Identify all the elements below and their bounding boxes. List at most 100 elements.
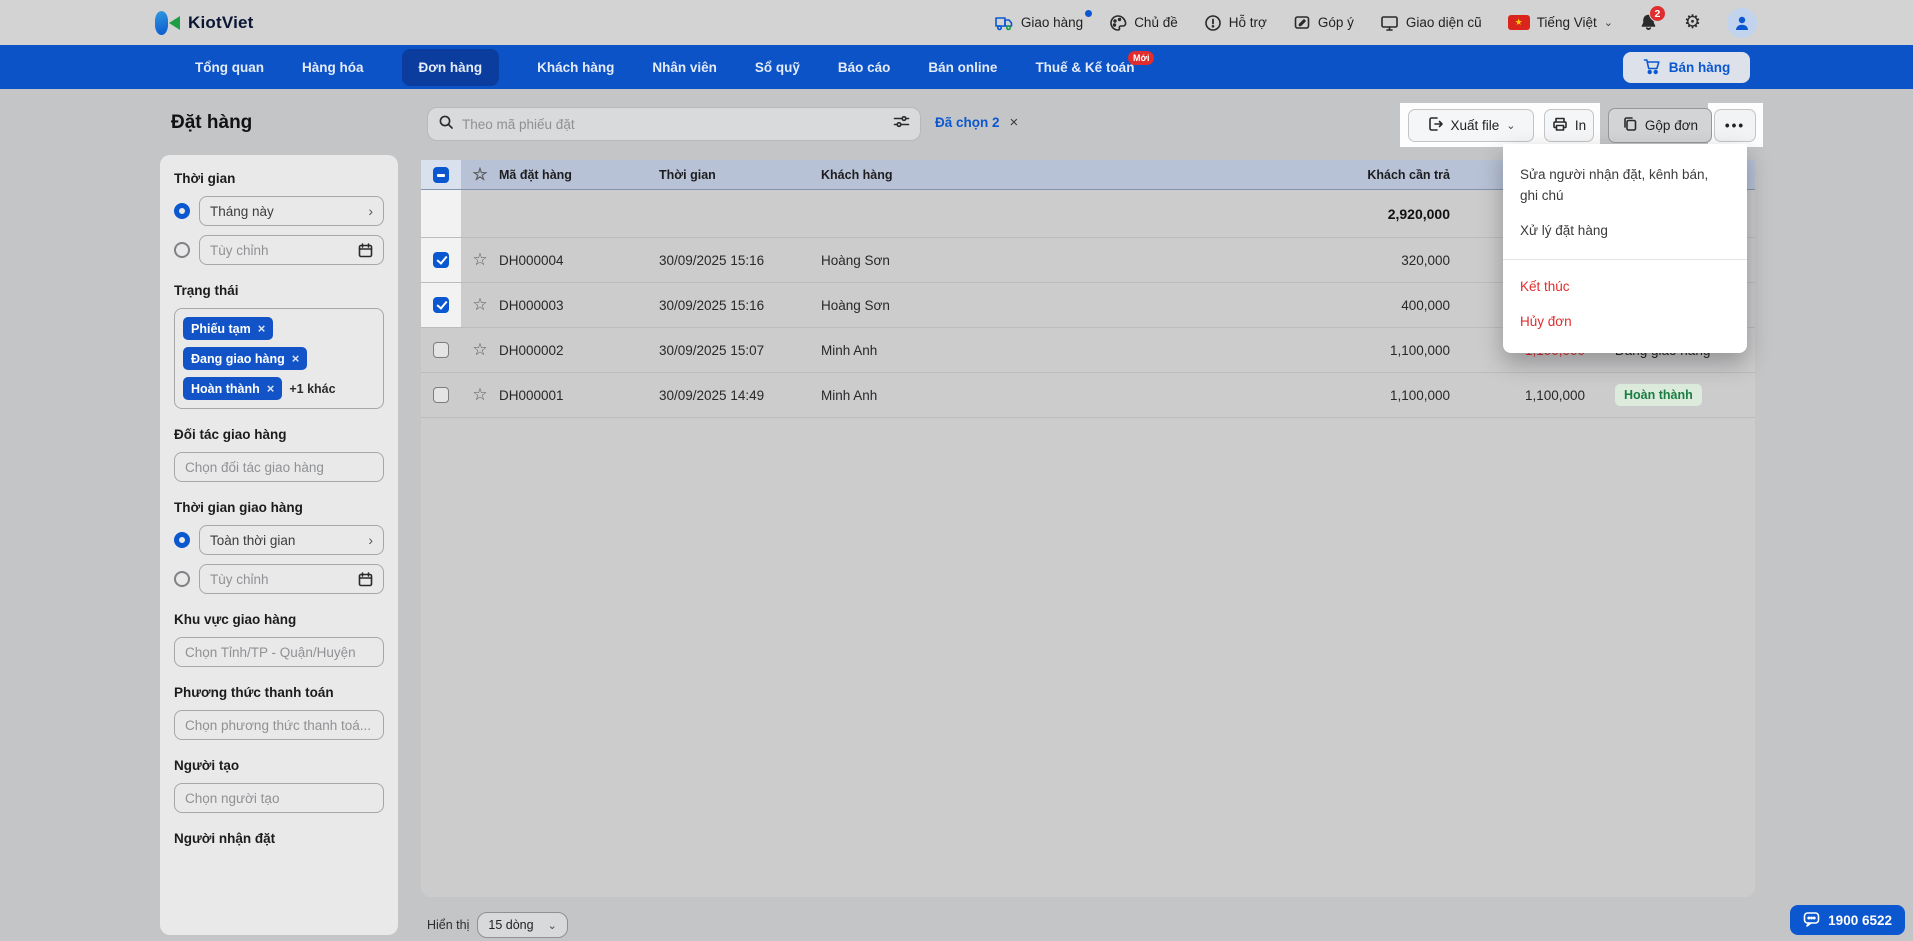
filter-delivery-area: Khu vực giao hàng Chọn Tỉnh/TP - Quận/Hu… [174, 612, 384, 667]
user-avatar[interactable] [1727, 7, 1757, 38]
sell-button[interactable]: Bán hàng [1623, 52, 1750, 83]
filter-sidebar: Thời gian Tháng này › Tùy chỉnh Trạng thá… [160, 155, 398, 935]
filter-delivery-time: Thời gian giao hàng Toàn thời gian › Tùy … [174, 500, 384, 594]
order-code[interactable]: DH000002 [499, 343, 659, 358]
hotline-button[interactable]: 1900 6522 [1790, 905, 1905, 935]
payment-method-select[interactable]: Chọn phương thức thanh toá... [174, 710, 384, 740]
menu-divider [1503, 258, 1747, 260]
search-icon [438, 114, 454, 135]
delivery-label: Giao hàng [1020, 15, 1084, 30]
nav-tong-quan[interactable]: Tổng quan [195, 60, 264, 75]
person-icon [1736, 16, 1748, 30]
show-label: Hiển thị [427, 918, 470, 932]
status-tag-select[interactable]: Phiếu tạm × Đang giao hàng × Hoàn thành × +… [174, 308, 384, 409]
col-header-code[interactable]: Mã đặt hàng [499, 168, 659, 182]
star-icon[interactable]: ☆ [461, 283, 499, 327]
row-checkbox[interactable] [433, 387, 449, 403]
nav-khach-hang[interactable]: Khách hàng [537, 60, 614, 75]
feedback-menu[interactable]: Góp ý [1293, 14, 1354, 32]
time-custom-value: Tùy chỉnh [210, 242, 269, 258]
status-tag-hoan-thanh[interactable]: Hoàn thành × [183, 377, 283, 400]
order-time: 30/09/2025 15:07 [659, 342, 765, 358]
time-custom-select[interactable]: Tùy chỉnh [199, 235, 384, 265]
delivery-time-radio-selected[interactable] [174, 532, 190, 548]
status-tag-dang-giao[interactable]: Đang giao hàng × [183, 347, 308, 370]
order-code[interactable]: DH000001 [499, 388, 659, 403]
menu-item-finish[interactable]: Kết thúc [1503, 270, 1747, 305]
star-icon[interactable]: ☆ [461, 238, 499, 282]
menu-item-cancel-order[interactable]: Hủy đơn [1503, 305, 1747, 340]
tag-label: Hoàn thành [191, 381, 260, 396]
more-actions-button[interactable]: ••• [1714, 109, 1756, 142]
delivery-time-custom-select[interactable]: Tùy chỉnh [199, 564, 384, 594]
notifications-button[interactable]: 2 [1639, 5, 1666, 32]
delivery-time-radio-custom[interactable] [174, 571, 190, 587]
menu-item-edit-receiver[interactable]: Sửa người nhận đặt, kênh bán, ghi chú [1503, 158, 1747, 214]
delivery-area-select[interactable]: Chọn Tỉnh/TP - Quận/Huyện [174, 637, 384, 667]
merge-orders-button[interactable]: Gộp đơn [1608, 108, 1712, 143]
col-header-need-pay[interactable]: Khách cần trả [1081, 168, 1458, 182]
clear-selection-icon[interactable]: × [1010, 114, 1019, 131]
export-file-button[interactable]: Xuất file ⌄ [1408, 109, 1534, 142]
row-checkbox[interactable] [433, 252, 449, 268]
remove-tag-icon[interactable]: × [267, 381, 275, 396]
search-input[interactable] [462, 116, 885, 132]
delivery-partner-select[interactable]: Chọn đối tác giao hàng [174, 452, 384, 482]
page-size-select[interactable]: 15 dòng ⌄ [477, 912, 568, 938]
remove-tag-icon[interactable]: × [292, 351, 300, 366]
filter-sliders-icon[interactable] [893, 114, 910, 134]
old-ui-menu[interactable]: Giao diện cũ [1380, 14, 1482, 32]
remove-tag-icon[interactable]: × [258, 321, 266, 336]
time-range-select[interactable]: Tháng này › [199, 196, 384, 226]
theme-label: Chủ đề [1134, 15, 1178, 30]
nav-don-hang[interactable]: Đơn hàng [401, 48, 500, 86]
status-tag-phieu-tam[interactable]: Phiếu tạm × [183, 317, 274, 340]
print-button[interactable]: In [1544, 109, 1594, 142]
star-icon[interactable]: ☆ [461, 328, 499, 372]
row-checkbox[interactable] [433, 342, 449, 358]
delivery-menu[interactable]: Giao hàng [994, 9, 1093, 32]
top-header: KiotViet Giao hàng Chủ đề Hỗ trợ Góp ý G… [0, 0, 1913, 45]
row-checkbox[interactable] [433, 297, 449, 313]
page-title: Đặt hàng [171, 112, 253, 133]
nav-ban-online[interactable]: Bán online [928, 60, 997, 75]
language-selector[interactable]: ★ Tiếng Việt ⌄ [1507, 15, 1613, 30]
filter-delivery-partner: Đối tác giao hàng Chọn đối tác giao hàng [174, 427, 384, 482]
order-code[interactable]: DH000003 [499, 298, 659, 313]
time-radio-custom[interactable] [174, 242, 190, 258]
select-all-checkbox[interactable] [433, 166, 449, 183]
star-icon[interactable]: ☆ [461, 373, 499, 417]
creator-select[interactable]: Chọn người tạo [174, 783, 384, 813]
calendar-icon [358, 571, 373, 587]
kiotviet-logo: KiotViet [155, 0, 254, 45]
more-actions-menu: Sửa người nhận đặt, kênh bán, ghi chú Xử… [1503, 144, 1747, 353]
time-radio-selected[interactable] [174, 203, 190, 219]
order-customer: Minh Anh [821, 342, 878, 358]
filter-time: Thời gian Tháng này › Tùy chỉnh [174, 171, 384, 265]
order-customer: Hoàng Sơn [821, 297, 890, 313]
nav-thue-ke-toan[interactable]: Thuế & Kế toán Mới [1035, 50, 1155, 75]
nav-thue-label: Thuế & Kế toán [1035, 59, 1135, 75]
theme-menu[interactable]: Chủ đề [1109, 14, 1178, 32]
menu-item-process-order[interactable]: Xử lý đặt hàng [1503, 214, 1747, 249]
order-customer: Minh Anh [821, 387, 878, 403]
delivery-partner-label: Đối tác giao hàng [174, 427, 287, 442]
filter-payment-method: Phương thức thanh toán Chọn phương thức … [174, 685, 384, 740]
table-row[interactable]: ☆ DH000001 30/09/2025 14:49 Minh Anh 1,1… [421, 373, 1755, 418]
order-code[interactable]: DH000004 [499, 253, 659, 268]
delivery-time-select[interactable]: Toàn thời gian › [199, 525, 384, 555]
nav-nhan-vien[interactable]: Nhân viên [652, 60, 717, 75]
notification-count-badge: 2 [1648, 5, 1666, 22]
filter-status: Trạng thái Phiếu tạm × Đang giao hàng × Ho… [174, 283, 384, 409]
col-header-time[interactable]: Thời gian [659, 168, 821, 182]
chevron-right-icon: › [368, 203, 373, 219]
filter-receiver: Người nhận đặt [174, 831, 384, 846]
nav-so-quy[interactable]: Sổ quỹ [755, 60, 800, 75]
more-tags-label: +1 khác [289, 381, 336, 396]
nav-hang-hoa[interactable]: Hàng hóa [302, 60, 364, 75]
nav-bao-cao[interactable]: Báo cáo [838, 60, 891, 75]
col-header-customer[interactable]: Khách hàng [821, 168, 1081, 182]
settings-button[interactable]: ⚙ [1684, 13, 1701, 32]
support-menu[interactable]: Hỗ trợ [1204, 14, 1267, 32]
help-icon [1204, 14, 1222, 32]
